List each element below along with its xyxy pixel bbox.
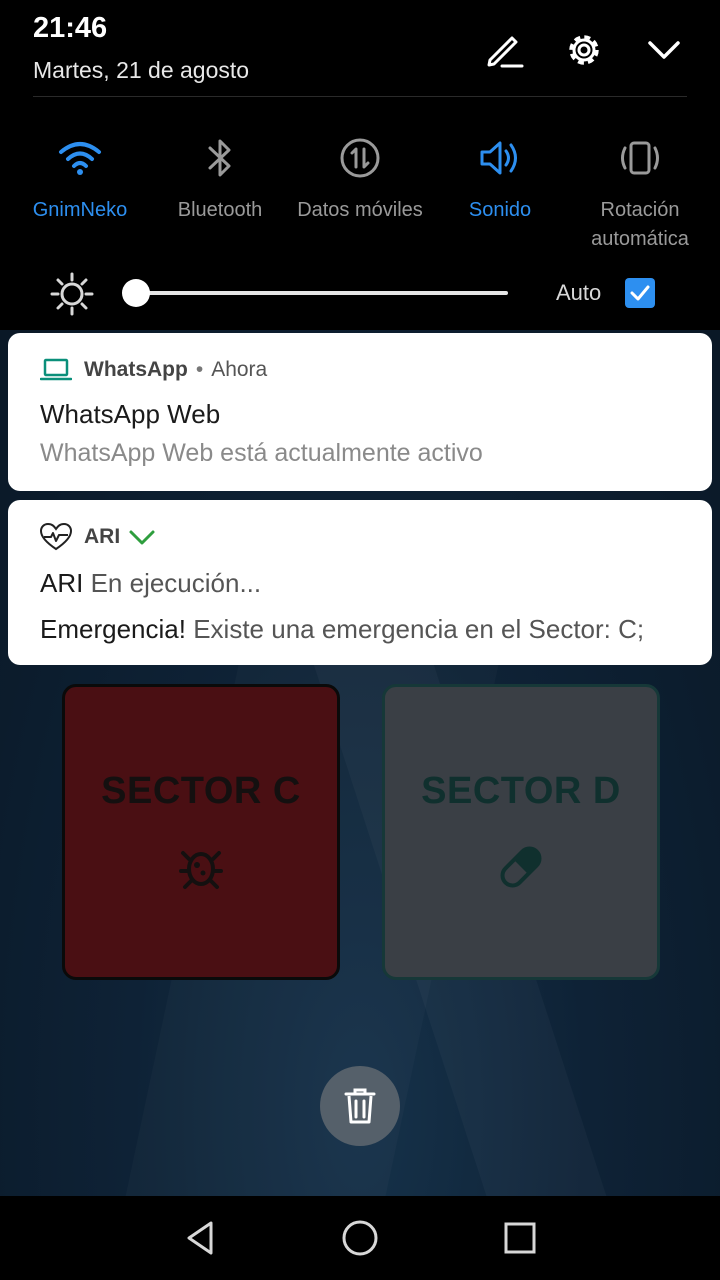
separator-dot: •	[195, 358, 204, 381]
sector-d-card[interactable]: SECTOR D	[382, 684, 660, 980]
sound-icon	[480, 141, 517, 175]
notification-whatsapp[interactable]: WhatsApp • Ahora WhatsApp Web WhatsApp W…	[8, 333, 712, 491]
collapse-chevron-icon	[648, 41, 680, 59]
brightness-slider-thumb[interactable]	[122, 279, 150, 307]
recents-button[interactable]	[498, 1216, 542, 1260]
notification-ari[interactable]: ARI ARI En ejecución... Emergencia! Exis…	[8, 500, 712, 665]
pill-icon	[500, 846, 542, 887]
collapse-button[interactable]	[642, 28, 686, 72]
header-divider	[33, 96, 687, 97]
notification-header: ARI	[40, 522, 156, 552]
auto-rotate-icon	[621, 141, 659, 175]
back-button[interactable]	[178, 1216, 222, 1260]
sector-c-label: SECTOR C	[101, 769, 301, 812]
laptop-icon	[40, 358, 72, 381]
brightness-icon	[50, 272, 94, 316]
expand-chevron-icon	[129, 530, 155, 545]
tile-sound-label: Sonido	[468, 199, 532, 221]
edit-button[interactable]	[482, 28, 526, 72]
notification-line-title: Emergencia!	[40, 614, 186, 644]
tile-sound[interactable]: Sonido	[430, 128, 570, 225]
sector-c-card[interactable]: SECTOR C	[62, 684, 340, 980]
clock: 21:46	[33, 12, 108, 44]
quick-settings-panel: 21:46 Martes, 21 de agosto GnimNeko Blue…	[0, 0, 720, 330]
checkmark-icon	[630, 285, 650, 301]
tile-wifi-label: GnimNeko	[32, 199, 128, 221]
tile-wifi[interactable]: GnimNeko	[10, 128, 150, 225]
tile-bluetooth[interactable]: Bluetooth	[150, 128, 290, 225]
tile-auto-rotate-label: Rotación automática	[591, 199, 689, 250]
notification-title: WhatsApp Web	[40, 399, 221, 429]
notification-line: Emergencia! Existe una emergencia en el …	[40, 614, 644, 645]
edit-icon	[487, 36, 524, 68]
brightness-row: Auto	[0, 268, 720, 320]
trash-icon	[344, 1088, 376, 1124]
brightness-slider-track[interactable]	[132, 291, 508, 295]
home-icon	[342, 1220, 378, 1256]
notification-line-text: Existe una emergencia en el Sector: C;	[193, 614, 645, 644]
notification-line-title: ARI	[40, 568, 84, 598]
recents-icon	[504, 1222, 536, 1254]
back-icon	[187, 1221, 213, 1255]
notification-line: ARI En ejecución...	[40, 568, 261, 599]
home-button[interactable]	[338, 1216, 382, 1260]
notification-line-text: En ejecución...	[90, 568, 262, 598]
virus-icon	[179, 850, 223, 889]
sector-d-label: SECTOR D	[421, 769, 621, 812]
settings-button[interactable]	[562, 28, 606, 72]
settings-gear-icon	[569, 35, 599, 65]
expand-button[interactable]	[128, 527, 156, 547]
auto-brightness-label: Auto	[556, 280, 602, 305]
tile-mobile-data[interactable]: Datos móviles	[290, 128, 430, 225]
navigation-bar	[0, 1196, 720, 1280]
tile-mobile-data-label: Datos móviles	[297, 199, 423, 221]
notification-text: WhatsApp Web está actualmente activo	[40, 439, 483, 467]
date: Martes, 21 de agosto	[33, 57, 250, 83]
mobile-data-icon	[340, 138, 380, 178]
notification-app-name: ARI	[84, 525, 121, 548]
notification-app-name: WhatsApp	[84, 358, 188, 381]
notification-header: WhatsApp • Ahora	[40, 355, 267, 385]
notification-time: Ahora	[211, 358, 268, 381]
bluetooth-icon	[208, 139, 231, 177]
tile-bluetooth-label: Bluetooth	[177, 199, 263, 221]
auto-brightness-checkbox[interactable]	[625, 278, 655, 308]
wifi-icon	[59, 142, 101, 175]
clear-notifications-button[interactable]	[320, 1066, 400, 1146]
tile-auto-rotate[interactable]: Rotación automática	[570, 128, 710, 254]
heart-pulse-icon	[40, 523, 72, 551]
quick-tiles-row: GnimNeko Bluetooth Datos móviles Sonido …	[0, 128, 720, 258]
